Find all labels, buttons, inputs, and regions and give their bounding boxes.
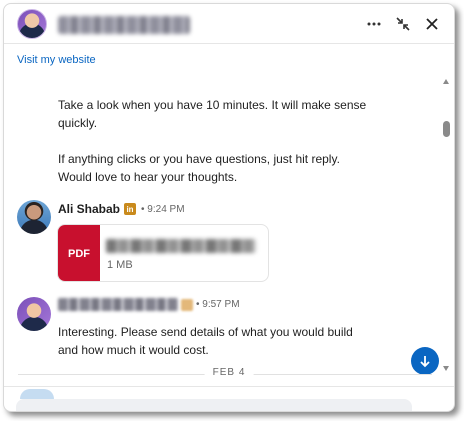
sender-name[interactable]: Ali Shabab [58,202,120,216]
scroll-down-arrow-icon[interactable] [443,366,449,371]
date-label: FEB 4 [204,367,254,378]
message-line: If anything clicks or you have questions… [58,152,340,166]
message-body: Interesting. Please send details of what… [58,323,353,359]
message-line: Would love to hear your thoughts. [58,170,238,184]
message-line: Take a look when you have 10 minutes. It… [58,98,367,112]
scrollbar[interactable] [442,76,451,376]
avatar[interactable] [17,297,51,331]
visit-website-link[interactable]: Visit my website [17,54,96,66]
contact-avatar[interactable] [17,9,47,39]
message-body: Take a look when you have 10 minutes. It… [58,96,366,132]
sender-name-redacted[interactable] [58,298,178,311]
contact-name-redacted[interactable] [58,16,190,34]
message-body: If anything clicks or you have questions… [58,150,340,186]
more-options-button[interactable] [362,12,386,36]
message-line: quickly. [58,116,98,130]
scrollbar-thumb[interactable] [443,121,450,137]
message-list[interactable]: Take a look when you have 10 minutes. It… [4,76,454,399]
message-timestamp: • 9:57 PM [196,299,240,310]
arrow-down-icon [420,356,430,368]
minimize-button[interactable] [391,12,415,36]
linkedin-premium-badge-icon: in [124,203,137,215]
conversation-header [4,4,454,44]
profile-link-bar: Visit my website [4,45,454,75]
close-icon [426,18,438,30]
message-timestamp: • 9:24 PM [141,203,185,215]
date-divider: FEB 4 [4,367,454,381]
minimize-arrows-icon [396,17,410,31]
message-line: and how much it would cost. [58,343,209,357]
avatar[interactable] [17,200,51,234]
close-button[interactable] [420,12,444,36]
premium-badge-icon [181,298,193,311]
pdf-attachment[interactable]: PDF 1 MB [57,224,269,282]
message-input[interactable] [16,399,412,411]
pdf-file-icon: PDF [58,225,100,281]
messaging-window: Visit my website Take a look when you ha… [3,3,455,412]
message-line: Interesting. Please send details of what… [58,325,353,339]
message-sender-row: • 9:57 PM [58,298,240,311]
attachment-filename-redacted [106,239,256,253]
scroll-up-arrow-icon[interactable] [443,79,449,84]
message-sender-row: Ali Shabab in • 9:24 PM [58,202,185,216]
attachment-size: 1 MB [107,259,133,271]
message-composer [4,386,454,411]
more-horizontal-icon [367,22,381,26]
